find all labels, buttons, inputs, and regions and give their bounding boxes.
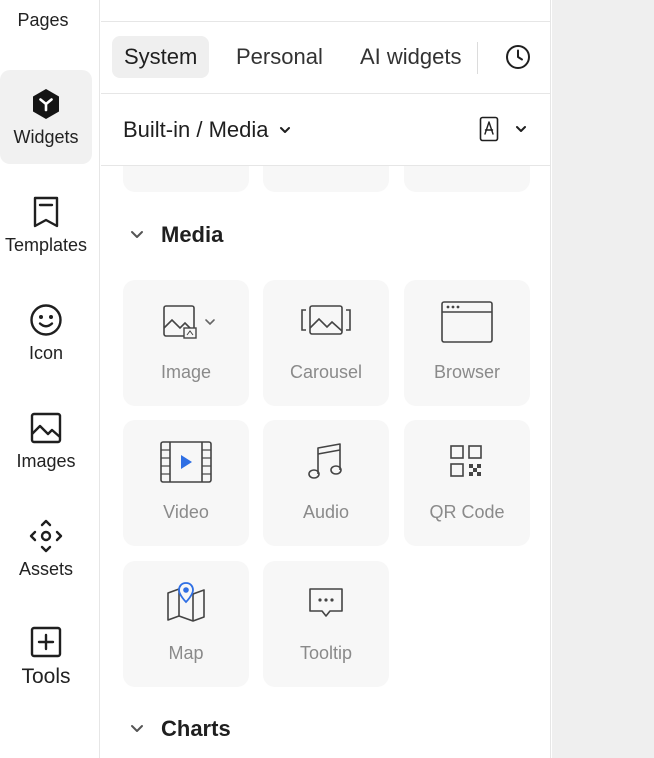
chevron-down-icon [131,725,143,732]
widget-tile-qr-code[interactable]: QR Code [404,420,530,546]
widget-tile-video[interactable]: Video [123,420,249,546]
video-icon [159,440,213,484]
plus-box-icon [29,625,63,659]
history-icon[interactable] [505,44,531,70]
panel-top-strip [101,0,550,22]
rail-item-widgets[interactable]: Widgets [0,70,92,164]
pages-icon [30,0,56,10]
breadcrumb-label: Built-in / Media [123,117,269,142]
rail-item-templates[interactable]: Templates [0,178,92,272]
widgets-panel: System Personal AI widgets Built-in / Me… [101,0,551,758]
rail-label-images: Images [16,450,76,471]
chevron-down-icon [131,231,143,238]
section-header-media[interactable]: Media [129,222,223,248]
breadcrumb-bar: Built-in / Media [101,94,550,166]
rail-item-icon[interactable]: Icon [0,286,92,380]
tab-ai-widgets[interactable]: AI widgets [348,36,474,78]
rail-item-tools[interactable]: Tools [0,610,92,704]
tooltip-icon [306,581,346,625]
map-icon [164,581,208,625]
carousel-icon [299,300,353,344]
widget-tile-map[interactable]: Map [123,561,249,687]
app-store-icon [479,116,499,142]
smiley-icon [29,303,63,337]
left-rail: Pages Widgets Templates Icon Images Asse… [0,0,100,758]
partial-tile[interactable] [263,166,389,192]
rail-label-templates: Templates [4,234,88,255]
widget-label: QR Code [429,502,505,522]
platform-filter-button[interactable] [479,116,527,142]
chevron-down-icon [516,126,526,132]
rail-label-icon: Icon [28,342,64,363]
tab-personal[interactable]: Personal [224,36,335,78]
widget-label: Video [163,502,209,522]
image-icon [154,300,218,344]
section-header-charts[interactable]: Charts [129,716,231,742]
audio-icon [306,440,346,484]
bookmark-icon [29,195,63,229]
rail-label-widgets: Widgets [13,126,79,147]
canvas-area[interactable] [552,0,654,758]
widget-list[interactable]: Media Image Carousel Browser Video Audio… [101,166,550,758]
rail-label-tools: Tools [21,665,71,688]
widget-label: Carousel [289,362,363,382]
qr-code-icon [447,440,487,484]
widget-label: Audio [302,502,350,522]
category-tabs: System Personal AI widgets [101,22,550,94]
assets-icon [29,519,63,553]
partial-tile[interactable] [123,166,249,192]
tab-divider [477,42,478,74]
widget-tile-audio[interactable]: Audio [263,420,389,546]
breadcrumb-dropdown[interactable]: Built-in / Media [123,117,291,143]
widget-label: Image [160,362,212,382]
rail-label-assets: Assets [18,558,74,579]
widget-label: Browser [433,362,500,382]
rail-item-assets[interactable]: Assets [0,502,92,596]
widget-tile-carousel[interactable]: Carousel [263,280,389,406]
rail-item-images[interactable]: Images [0,394,92,488]
rail-label-pages: Pages [17,10,69,30]
widget-label: Map [168,643,204,663]
browser-icon [440,300,494,344]
section-title-media: Media [161,222,224,247]
partial-tile[interactable] [404,166,530,192]
widget-tile-image[interactable]: Image [123,280,249,406]
widgets-icon [29,87,63,121]
tab-system[interactable]: System [112,36,210,78]
widget-label: Tooltip [299,643,353,663]
widget-tile-tooltip[interactable]: Tooltip [263,561,389,687]
section-title-charts: Charts [161,716,231,741]
chevron-down-icon [279,127,290,133]
image-icon [29,411,63,445]
widget-tile-browser[interactable]: Browser [404,280,530,406]
